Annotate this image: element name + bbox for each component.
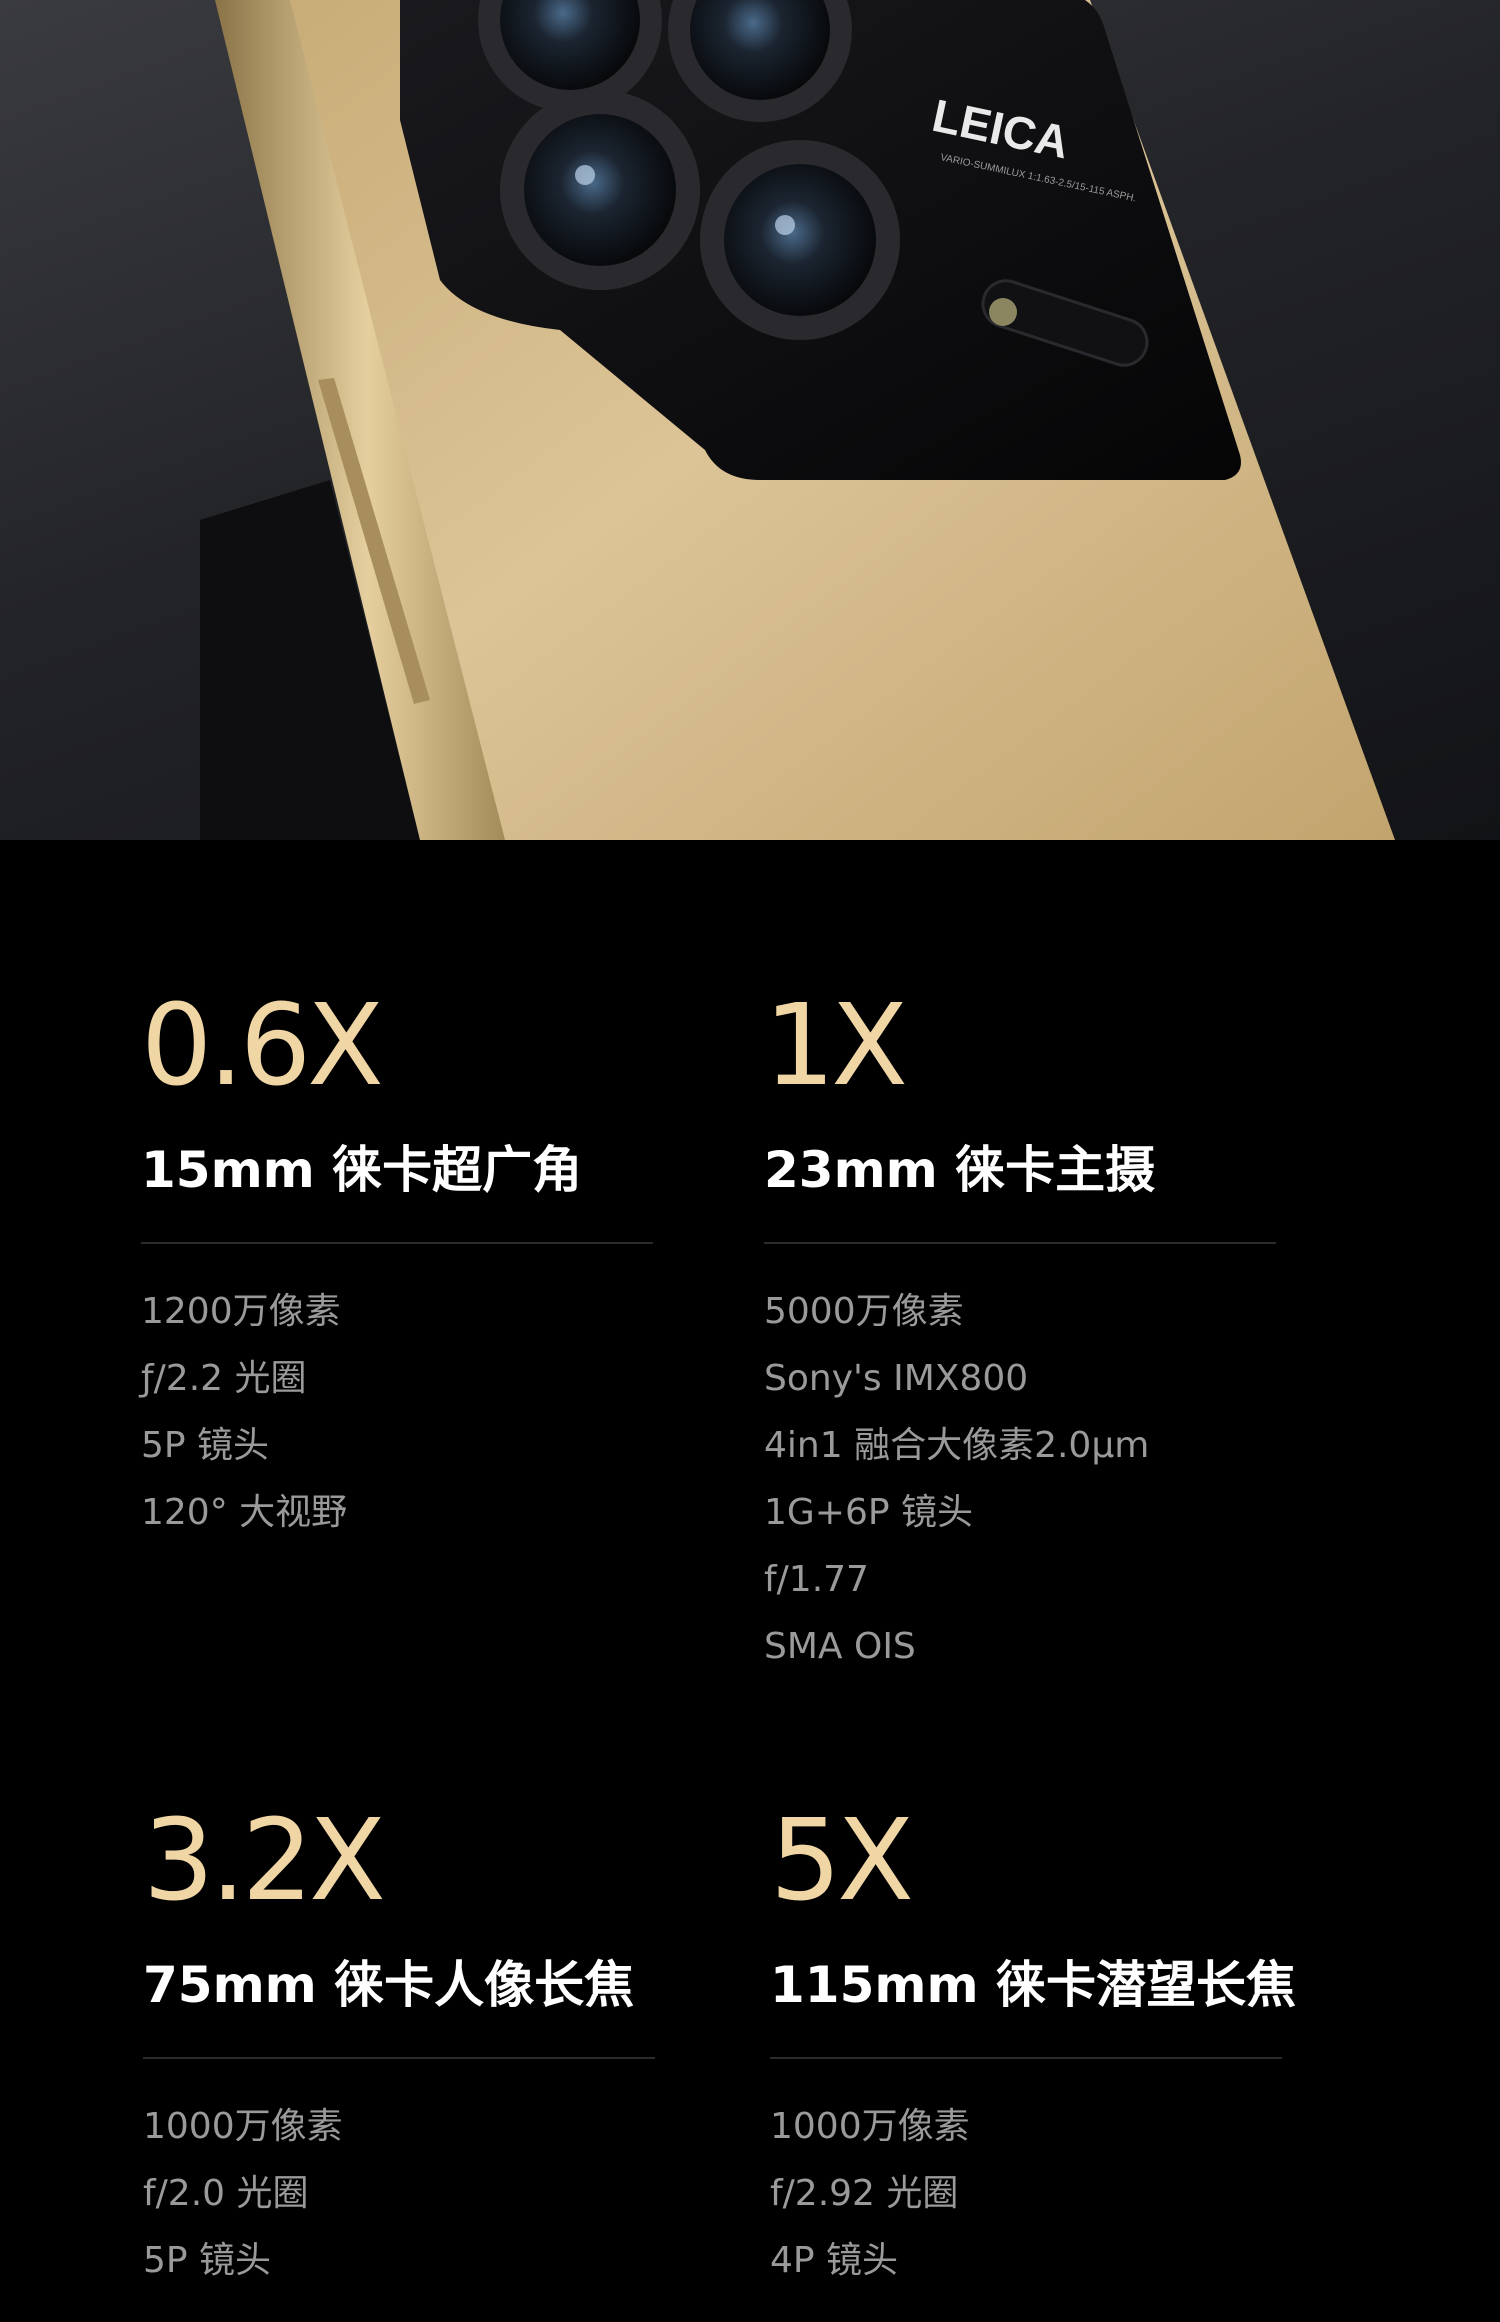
flash-led [989, 298, 1017, 326]
lens-title: 115mm 徕卡潜望长焦 [770, 1956, 1296, 2014]
lens-card-ultrawide: 0.6X 15mm 徕卡超广角 1200万像素 ƒ/2.2 光圈 5P 镜头 1… [141, 990, 661, 1546]
spec-item: Sony's IMX800 [764, 1358, 1029, 1399]
divider [764, 1242, 1276, 1244]
lens-card-main: 1X 23mm 徕卡主摄 5000万像素 Sony's IMX800 4in1 … [764, 990, 1284, 1680]
lens-title: 75mm 徕卡人像长焦 [143, 1956, 635, 2014]
spec-list: 1200万像素 ƒ/2.2 光圈 5P 镜头 120° 大视野 [141, 1278, 661, 1546]
zoom-level: 5X [770, 1796, 914, 1926]
hero-phone-image: LEICA VARIO-SUMMILUX 1:1.63-2.5/15-115 A… [0, 0, 1500, 840]
spec-item: SMA OIS [764, 1626, 916, 1667]
spec-item: f/2.0 光圈 [143, 2173, 309, 2214]
spec-item: 1000万像素 [143, 2106, 343, 2147]
zoom-level: 0.6X [141, 981, 384, 1111]
lens-title: 23mm 徕卡主摄 [764, 1141, 1156, 1199]
divider [770, 2057, 1282, 2059]
spec-list: 1000万像素 f/2.0 光圈 5P 镜头 [143, 2093, 663, 2294]
lens-card-periscope-tele: 5X 115mm 徕卡潜望长焦 1000万像素 f/2.92 光圈 4P 镜头 [770, 1796, 1296, 2294]
lens-card-portrait-tele: 3.2X 75mm 徕卡人像长焦 1000万像素 f/2.0 光圈 5P 镜头 [143, 1805, 663, 2294]
zoom-level: 1X [764, 981, 908, 1111]
phone-illustration: LEICA VARIO-SUMMILUX 1:1.63-2.5/15-115 A… [200, 0, 1395, 840]
camera-specs-section: 0.6X 15mm 徕卡超广角 1200万像素 ƒ/2.2 光圈 5P 镜头 1… [0, 840, 1500, 2322]
spec-item: f/1.77 [764, 1559, 869, 1600]
zoom-level: 3.2X [143, 1796, 386, 1926]
spec-item: 1000万像素 [770, 2106, 970, 2147]
spec-item: ƒ/2.2 光圈 [141, 1358, 307, 1399]
lens-title: 15mm 徕卡超广角 [141, 1141, 583, 1199]
spec-list: 1000万像素 f/2.92 光圈 4P 镜头 [770, 2093, 1290, 2294]
spec-item: 1G+6P 镜头 [764, 1492, 974, 1533]
spec-item: 4in1 融合大像素2.0μm [764, 1425, 1150, 1466]
spec-item: 120° 大视野 [141, 1492, 348, 1533]
divider [143, 2057, 655, 2059]
divider [141, 1242, 653, 1244]
spec-item: 5000万像素 [764, 1291, 964, 1332]
spec-list: 5000万像素 Sony's IMX800 4in1 融合大像素2.0μm 1G… [764, 1278, 1284, 1680]
spec-item: 5P 镜头 [143, 2240, 272, 2281]
spec-item: 4P 镜头 [770, 2240, 899, 2281]
spec-item: 1200万像素 [141, 1291, 341, 1332]
spec-item: 5P 镜头 [141, 1425, 270, 1466]
spec-item: f/2.92 光圈 [770, 2173, 959, 2214]
